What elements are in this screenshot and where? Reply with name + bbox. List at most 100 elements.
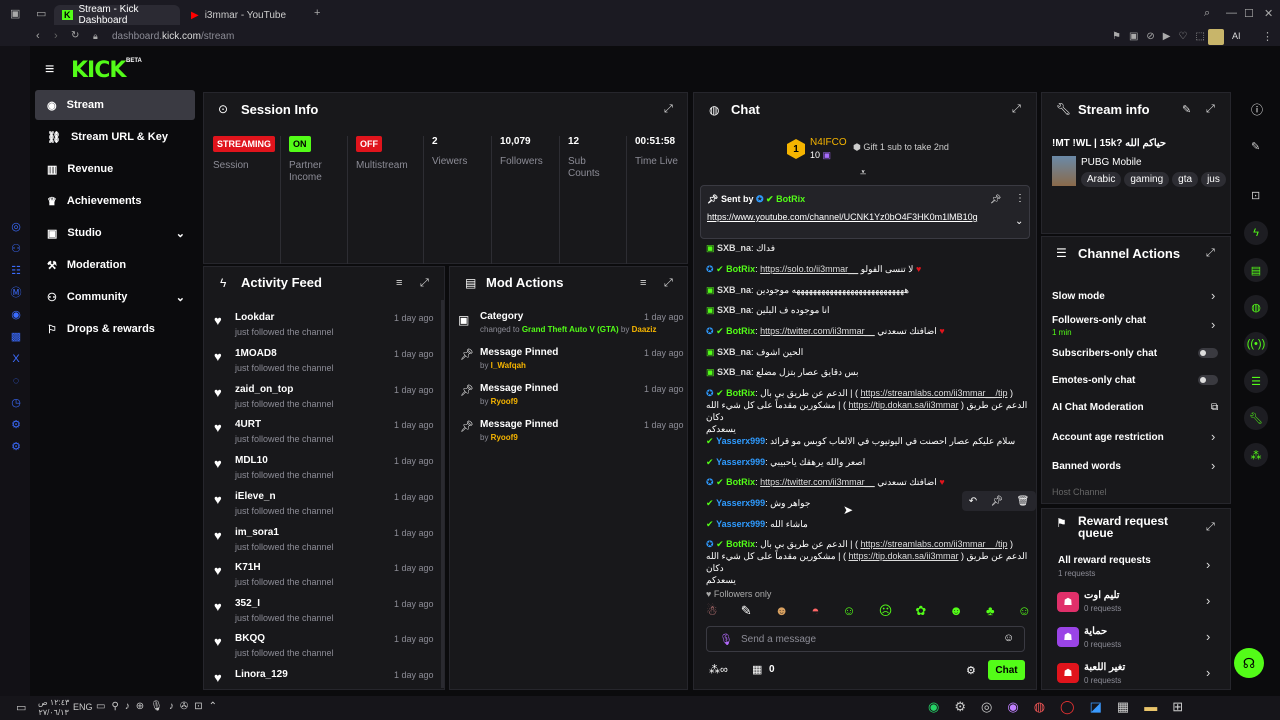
ai-chat-moderation-row[interactable]: AI Chat Moderation [1052,402,1222,413]
account-age-row[interactable]: Account age restriction [1052,432,1222,443]
chat-username[interactable]: SXB_na [717,367,751,377]
nav-studio[interactable]: ▣ Studio ⌄ [35,218,195,248]
expand-icon[interactable]: ⤢ [664,277,673,290]
reward-row[interactable]: تغير اللعبة 0 requests [1084,662,1125,685]
expand-icon[interactable]: ⤢ [1206,521,1215,534]
rail-chat-icon[interactable]: ◍ [1244,295,1268,319]
chat-username[interactable]: Yasserx999 [716,436,765,446]
pinned-apps[interactable]: ◉⚙◎◉◍◯◪▦▬⊞ [928,699,1198,715]
ai-button[interactable]: AI [1232,31,1241,41]
emote-bar[interactable]: ☃ ✎ ☻ ◓ ☺ ☹ ✿ ☻ ♣ ☺ [706,603,1031,621]
chat-message[interactable]: ✪ ✔ BotRix: الدعم عن طريق بي بال | ( htt… [706,538,1031,586]
expand-icon[interactable]: ⤢ [1206,247,1215,260]
filter-icon[interactable]: ≡ [640,277,646,289]
tray-icons[interactable]: ▭⚲♪⊕🎙︎♪✇⊡⌃ [96,701,223,712]
follower-name[interactable]: MDL10 [235,455,268,466]
emote-icon[interactable]: ✎ [741,603,752,621]
nav-revenue[interactable]: ▥ Revenue [35,154,195,184]
chat-message[interactable]: ✪ ✔ BotRix: الدعم عن طريق بي بال | ( htt… [706,387,1031,435]
chat-username[interactable]: Yasserx999 [716,457,765,467]
nav-community[interactable]: ⚇ Community ⌄ [35,282,195,312]
subscribers-only-toggle[interactable] [1198,348,1218,358]
scrollbar[interactable] [441,300,444,688]
info-icon[interactable]: ⓘ [1251,101,1263,118]
chat-username[interactable]: SXB_na [717,305,751,315]
send-chat-button[interactable]: Chat [988,660,1025,680]
follower-name[interactable]: Lookdar [235,312,274,323]
emote-icon[interactable]: ☺ [1018,603,1031,621]
microphone-icon[interactable]: 🎙︎ [719,633,733,646]
tab-actions-icon[interactable]: ▭ [36,7,46,20]
follower-name[interactable]: K71H [235,562,261,573]
chevron-right-icon[interactable]: › [1206,629,1210,644]
chevron-down-icon[interactable]: ⌄ [1015,216,1023,227]
back-icon[interactable]: ‹ [36,30,40,42]
chat-username[interactable]: Yasserx999 [716,498,765,508]
chat-username[interactable]: Yasserx999 [716,519,765,529]
chat-message[interactable]: ✪ ✔ BotRix: https://solo.to/ii3mmar__ لا… [706,263,1031,275]
emote-icon[interactable]: ☻ [949,603,963,621]
forward-icon[interactable]: › [54,30,58,42]
chat-message[interactable]: ✪ ✔ BotRix: https://twitter.com/ii3mmar_… [706,325,1031,337]
nav-moderation[interactable]: ⚒ Moderation [35,250,195,280]
chat-username[interactable]: BotRix [726,326,755,336]
follower-name[interactable]: iEleve_n [235,491,276,502]
expand-icon[interactable]: ⤢ [1012,103,1021,116]
reward-row[interactable]: تليم اوت 0 requests [1084,590,1121,613]
chat-message[interactable]: ✪ ✔ BotRix: https://twitter.com/ii3mmar_… [706,476,1031,488]
emote-icon[interactable]: ✿ [915,603,926,621]
host-channel-label[interactable]: Host Channel [1052,487,1107,497]
followers-only-row[interactable]: Followers-only chat 1 min [1052,315,1222,337]
nav-achievements[interactable]: ♛ Achievements [35,186,195,216]
chat-username[interactable]: BotRix [726,388,755,398]
chat-message[interactable]: ✔ Yasserx999: سلام عليكم عصار احصنت في ا… [706,435,1031,447]
chevron-right-icon[interactable]: › [1211,458,1215,473]
focus-icon[interactable]: ⊡ [1251,189,1260,202]
follower-name[interactable]: 1MOAD8 [235,348,277,359]
follower-name[interactable]: Linora_129 [235,669,288,680]
pinned-link[interactable]: https://www.youtube.com/channel/UCNK1Yz0… [707,211,1007,223]
rail-notes-icon[interactable]: ▤ [1244,258,1268,282]
rail-actions-icon[interactable]: ☰ [1244,369,1268,393]
top-gifter-name[interactable]: N4IFCO [810,137,847,148]
pin-icon[interactable]: 📌︎ [990,496,1003,507]
emote-icon[interactable]: ☺ [842,603,855,621]
chat-username[interactable]: SXB_na [717,285,751,295]
tab-youtube[interactable]: ▶ i3mmar - YouTube [183,5,309,25]
category-name[interactable]: PUBG Mobile [1081,157,1142,168]
nav-stream[interactable]: ◉ Stream [35,90,195,120]
chevron-right-icon[interactable]: › [1206,593,1210,608]
chat-message[interactable]: ✔ Yasserx999: اصعر والله يرهقك ياحبيبي [706,456,1031,468]
browser-menu-dots-icon[interactable]: ⋮ [1262,30,1273,43]
collapse-icon[interactable]: ⩡ [860,167,866,180]
all-rewards-row[interactable]: All reward requests 1 requests [1058,555,1208,578]
emote-icon[interactable]: ☃ [706,603,718,621]
clock[interactable]: ١٢:٤٣ ص ٢٧/٠٦/١٣ [38,698,69,718]
expand-icon[interactable]: ⤢ [1206,103,1215,116]
notifications-icon[interactable]: ▭ [16,701,26,714]
close-icon[interactable]: ✕ [1264,7,1273,20]
language-indicator[interactable]: ENG [73,702,93,712]
delete-icon[interactable]: 🗑︎ [1017,496,1030,507]
chat-message[interactable]: ▣ SXB_na: فداك [706,242,1031,254]
follower-name[interactable]: 352_I [235,598,260,609]
reload-icon[interactable]: ↻ [71,30,79,41]
slow-mode-row[interactable]: Slow mode [1052,291,1222,302]
chevron-right-icon[interactable]: › [1211,317,1215,332]
url-field[interactable]: dashboard.kick.com/stream [112,31,234,42]
follower-name[interactable]: zaid_on_top [235,384,293,395]
pencil-icon[interactable]: ✎ [1251,140,1260,153]
chat-username[interactable]: SXB_na [717,347,751,357]
chat-message[interactable]: ▣ SXB_na: الحين اشوف [706,346,1031,358]
filter-icon[interactable]: ≡ [396,277,402,289]
rail-apps-icon[interactable]: ⁂ [1244,443,1268,467]
chat-username[interactable]: SXB_na [717,243,751,253]
unpin-icon[interactable]: 📌︎ [990,194,1001,205]
nav-drops-rewards[interactable]: ⚐ Drops & rewards [35,314,195,344]
banned-words-row[interactable]: Banned words [1052,461,1222,472]
support-headset-icon[interactable]: ☊ [1234,648,1264,678]
emoji-icon[interactable]: ☺ [1003,632,1014,644]
emote-icon[interactable]: ☻ [775,603,789,621]
chevron-right-icon[interactable]: › [1206,557,1210,572]
rail-bolt-icon[interactable]: ϟ [1244,221,1268,245]
